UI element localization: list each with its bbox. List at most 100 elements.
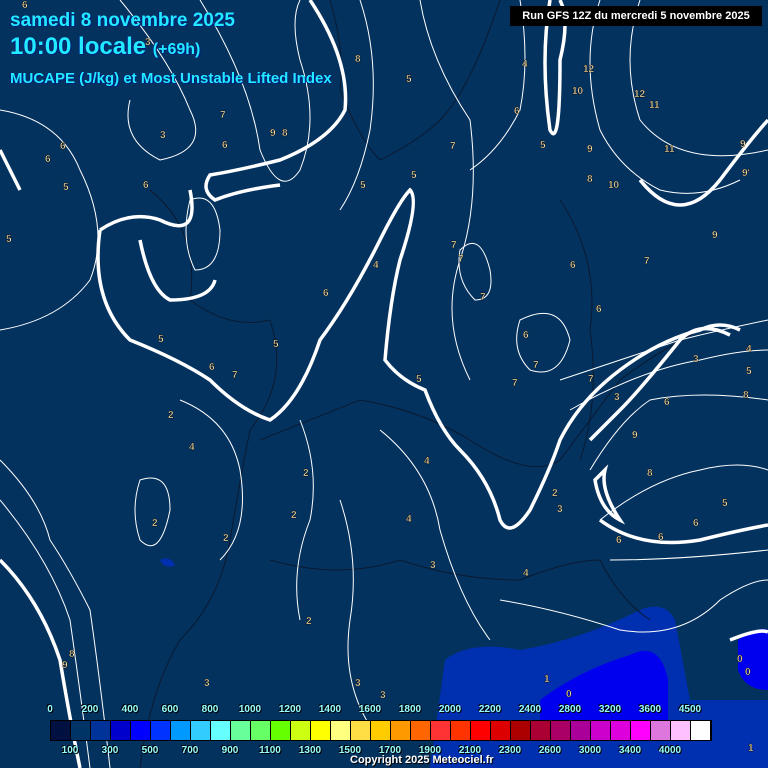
contour-label: 8 [282, 128, 288, 139]
colorbar-tick-label: 2000 [438, 704, 462, 715]
colorbar-swatch [311, 721, 331, 740]
colorbar-swatch [551, 721, 571, 740]
colorbar-swatch [371, 721, 391, 740]
colorbar-tick-label: 200 [81, 704, 99, 715]
colorbar-swatch [491, 721, 511, 740]
contour-label: 2 [223, 533, 229, 544]
contour-label: 7 [450, 141, 456, 152]
colorbar-tick-label: 4500 [678, 704, 702, 715]
contour-label: 3 [160, 130, 166, 141]
map-canvas: 6 6 3 3 8 7 9 8 6 5 5 7 5 4 6 12 10 12 1… [0, 0, 768, 768]
colorbar-swatch [271, 721, 291, 740]
colorbar-swatch [591, 721, 611, 740]
contour-label: 2 [291, 510, 297, 521]
colorbar-swatch [471, 721, 491, 740]
contour-label: 7 [451, 240, 457, 251]
colorbar-tick-label: 1300 [298, 745, 322, 756]
contour-label: 3 [614, 392, 620, 403]
colorbar-swatch [511, 721, 531, 740]
contour-label: 3 [355, 678, 361, 689]
contour-label: 8 [647, 468, 653, 479]
contour-label: 4 [424, 456, 430, 467]
colorbar-swatch [191, 721, 211, 740]
contour-label: 6 [60, 141, 66, 152]
colorbar-tick-label: 1900 [418, 745, 442, 756]
colorbar-tick-label: 1200 [278, 704, 302, 715]
contour-label: 5 [6, 234, 12, 245]
colorbar-swatch [291, 721, 311, 740]
colorbar-swatch [131, 721, 151, 740]
colorbar-swatch [611, 721, 631, 740]
contour-label: 2 [168, 410, 174, 421]
parameter-title: MUCAPE (J/kg) et Most Unstable Lifted In… [10, 70, 332, 87]
colorbar-swatch [71, 721, 91, 740]
colorbar-tick-label: 1500 [338, 745, 362, 756]
contour-label: 9 [740, 139, 746, 150]
colorbar-swatch [431, 721, 451, 740]
contour-label: 5 [63, 182, 69, 193]
contour-label: 3 [204, 678, 210, 689]
contour-label: 10 [572, 86, 584, 97]
contour-label: 3 [380, 690, 386, 701]
contour-label: 7 [458, 254, 464, 265]
colorbar-tick-label: 600 [161, 704, 179, 715]
contour-label: 5 [722, 498, 728, 509]
contour-label: 8 [743, 390, 749, 401]
colorbar-swatch [411, 721, 431, 740]
colorbar-swatch [671, 721, 691, 740]
colorbar-tick-label: 2800 [558, 704, 582, 715]
colorbar-swatch [451, 721, 471, 740]
contour-label: 1 [748, 743, 754, 754]
contour-label: 6 [664, 397, 670, 408]
contour-label: 4 [406, 514, 412, 525]
contour-label: 11 [649, 100, 660, 111]
contour-label: 5 [540, 140, 546, 151]
colorbar-tick-label: 2400 [518, 704, 542, 715]
colorbar-swatch [91, 721, 111, 740]
colorbar-tick-label: 400 [121, 704, 139, 715]
colorbar-tick-label: 800 [201, 704, 219, 715]
colorbar-swatch [331, 721, 351, 740]
contour-label: 6 [143, 180, 149, 191]
colorbar-tick-label: 1100 [259, 745, 281, 756]
contour-label: 4 [746, 344, 752, 355]
colorbar-tick-label: 4000 [658, 745, 682, 756]
colorbar-tick-label: 2600 [538, 745, 562, 756]
contour-label: 4 [523, 568, 529, 579]
contour-label: 6 [596, 304, 602, 315]
contour-label: 0 [566, 689, 572, 700]
contour-label: 4 [522, 59, 528, 70]
contour-label: 3 [693, 354, 699, 365]
contour-label: 6 [209, 362, 215, 373]
colorbar-swatch [531, 721, 551, 740]
lead-time: (+69h) [152, 41, 201, 58]
contour-label: 2 [306, 616, 312, 627]
contour-label: 12 [634, 89, 646, 100]
contour-label: 9 [712, 230, 718, 241]
contour-label: 5 [360, 180, 366, 191]
contour-label: 5 [158, 334, 164, 345]
contour-label: 5 [416, 374, 422, 385]
contour-label: 5 [406, 74, 412, 85]
colorbar-swatch [231, 721, 251, 740]
colorbar-tick-label: 1600 [358, 704, 382, 715]
colorbar-swatch [171, 721, 191, 740]
contour-label: 7 [480, 292, 486, 303]
contour-label: 5 [273, 339, 279, 350]
colorbar-tick-label: 3600 [638, 704, 662, 715]
colorbar-tick-label: 1800 [398, 704, 422, 715]
cape-spot [160, 558, 175, 567]
colorbar-swatch [651, 721, 671, 740]
colorbar-swatch [571, 721, 591, 740]
colorbar-tick-label: 3000 [578, 745, 602, 756]
contour-label: 6 [514, 106, 520, 117]
contour-label: 2 [152, 518, 158, 529]
colorbar-tick-label: 100 [61, 745, 79, 756]
contour-label: 8 [355, 54, 361, 65]
colorbar-tick-label: 3400 [618, 745, 642, 756]
contour-label: 3 [430, 560, 436, 571]
colorbar-swatch [631, 721, 651, 740]
colorbar-swatch [151, 721, 171, 740]
contour-label: 1 [544, 674, 550, 685]
contour-label: 7 [533, 360, 539, 371]
